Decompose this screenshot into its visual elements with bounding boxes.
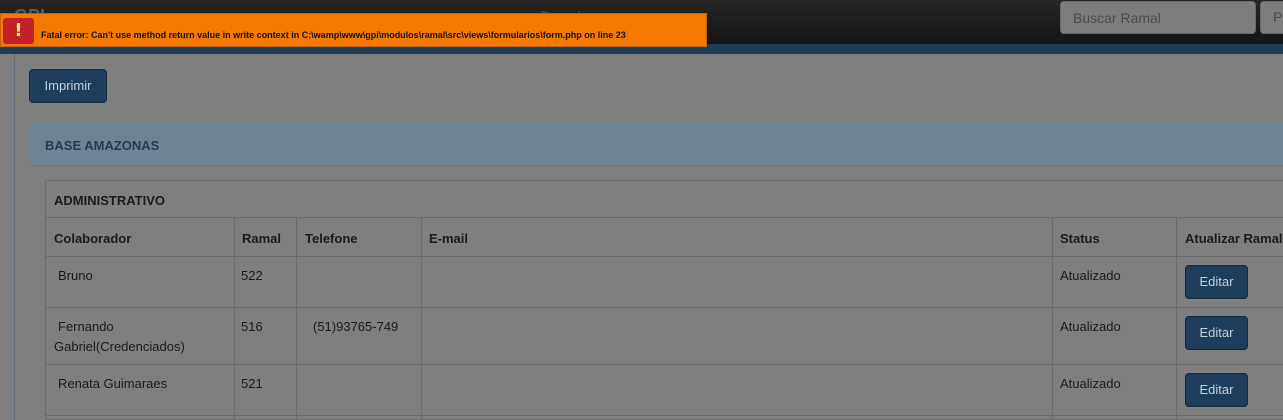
header-atualizar-ramal[interactable]: Atualizar Ramal xyxy=(1185,231,1283,246)
header-email[interactable]: E-mail xyxy=(429,231,468,246)
edit-button[interactable]: Editar xyxy=(1185,373,1248,407)
search-button[interactable]: P xyxy=(1260,1,1283,34)
edit-button[interactable]: Editar xyxy=(1185,265,1248,299)
row-divider xyxy=(46,364,1283,365)
error-message: Fatal error: Can't use method return val… xyxy=(41,30,626,40)
cell-status: Atualizado xyxy=(1060,268,1121,283)
cell-colaborador: Bruno xyxy=(58,268,93,283)
print-button[interactable]: Imprimir xyxy=(29,69,107,103)
panel-heading: BASE AMAZONAS xyxy=(30,124,1283,166)
column-divider xyxy=(1176,218,1177,420)
cell-colaborador: Renata Guimaraes xyxy=(58,376,168,391)
cell-status: Atualizado xyxy=(1060,319,1121,334)
column-divider xyxy=(421,218,422,420)
ramal-table: ADMINISTRATIVO Colaborador Ramal Telefon… xyxy=(45,180,1283,420)
panel-title: BASE AMAZONAS xyxy=(45,138,160,153)
warning-icon: ! xyxy=(3,18,34,44)
header-ramal[interactable]: Ramal xyxy=(242,231,281,246)
department-row: ADMINISTRATIVO xyxy=(46,181,1283,218)
column-divider xyxy=(234,218,235,420)
fatal-error-banner: ! Fatal error: Can't use method return v… xyxy=(0,13,707,47)
header-telefone[interactable]: Telefone xyxy=(305,231,358,246)
row-divider xyxy=(46,307,1283,308)
header-divider xyxy=(46,256,1283,257)
header-status[interactable]: Status xyxy=(1060,231,1100,246)
column-divider xyxy=(1052,218,1053,420)
row-divider xyxy=(46,415,1283,416)
cell-status: Atualizado xyxy=(1060,376,1121,391)
cell-ramal: 516 xyxy=(241,319,263,334)
column-divider xyxy=(296,218,297,420)
cell-colaborador: Fernando xyxy=(58,319,114,334)
department-title: ADMINISTRATIVO xyxy=(54,193,165,208)
cell-ramal: 522 xyxy=(241,268,263,283)
edit-button[interactable]: Editar xyxy=(1185,316,1248,350)
header-colaborador[interactable]: Colaborador xyxy=(54,231,131,246)
cell-telefone: (51)93765-749 xyxy=(313,319,399,334)
search-input[interactable] xyxy=(1060,1,1256,34)
cell-colaborador-continued: Gabriel(Credenciados) xyxy=(54,339,185,354)
cell-ramal: 521 xyxy=(241,376,263,391)
